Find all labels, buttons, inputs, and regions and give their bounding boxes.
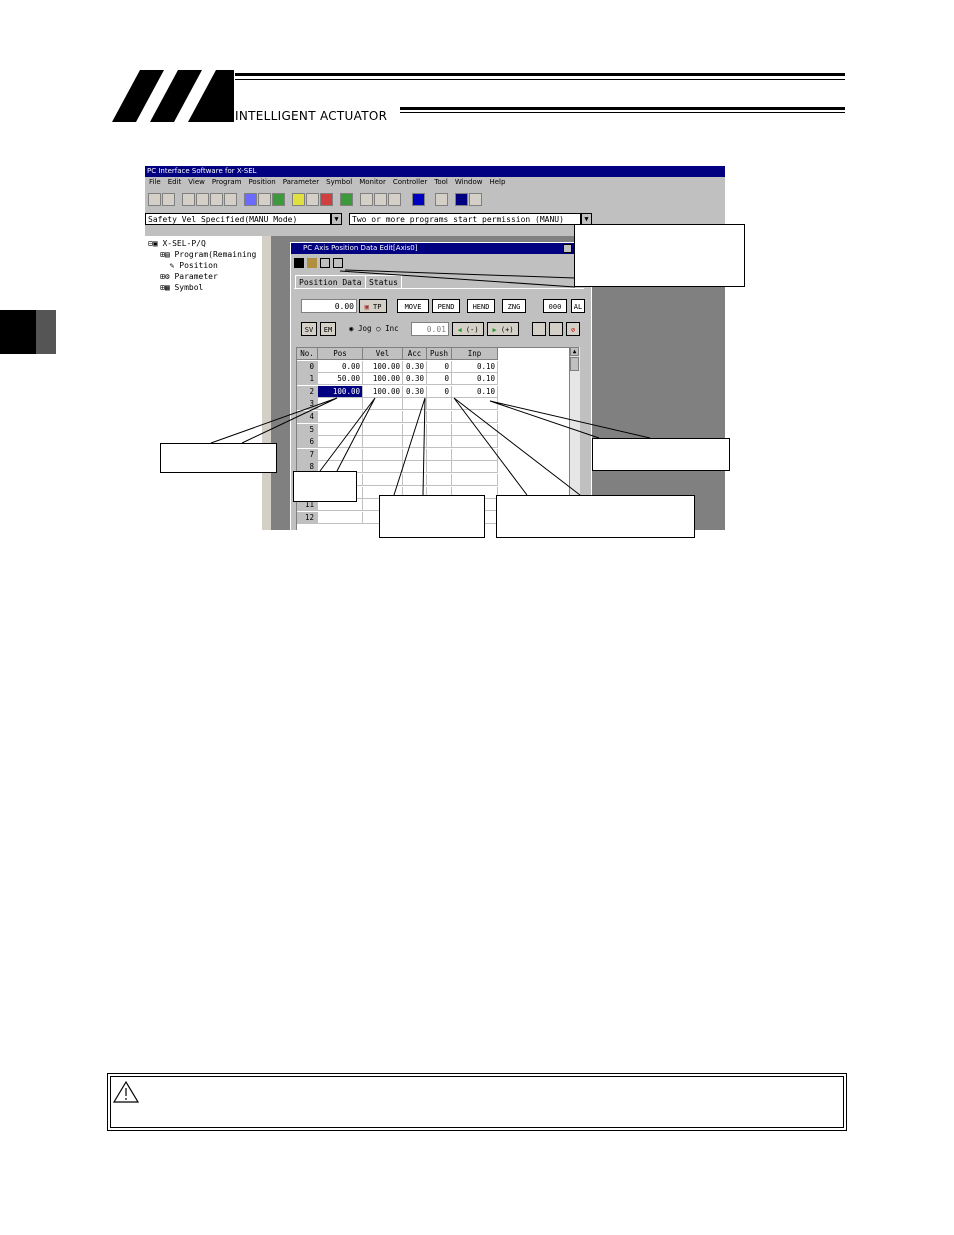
caution-box-inner xyxy=(110,1076,844,1128)
callout-leaders xyxy=(210,269,651,496)
warning-icon xyxy=(112,1080,140,1103)
